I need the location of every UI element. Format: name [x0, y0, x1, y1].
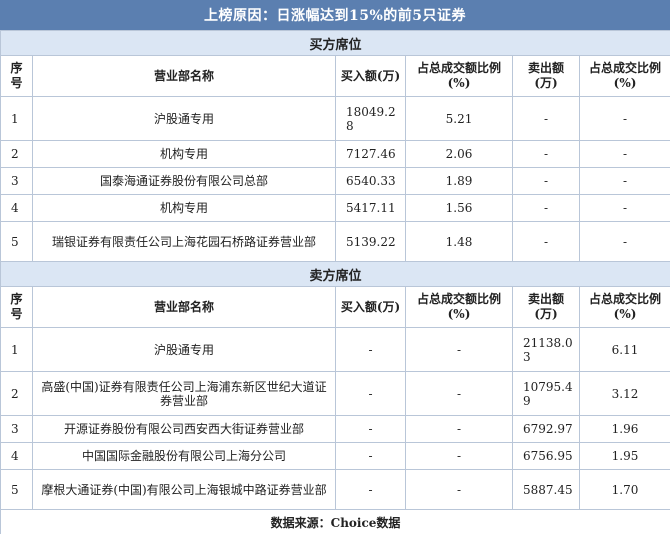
- sell-ratio: 1.70: [578, 469, 670, 510]
- row-index: 4: [0, 442, 33, 470]
- col-header-sell-ratio: 占总成交比例(%): [578, 55, 670, 97]
- buy-ratio: 1.56: [405, 194, 513, 222]
- branch-name: 开源证券股份有限公司西安西大街证券营业部: [32, 415, 336, 443]
- row-index: 5: [0, 469, 33, 510]
- branch-name: 沪股通专用: [32, 96, 336, 141]
- sell-ratio: -: [578, 194, 670, 222]
- buy-amount: -: [335, 442, 406, 470]
- col-header-index: 序号: [0, 286, 33, 328]
- buy-ratio: 1.89: [405, 167, 513, 195]
- col-header-buy-amount: 买入额(万): [335, 55, 406, 97]
- branch-name: 国泰海通证券股份有限公司总部: [32, 167, 336, 195]
- data-source-note: 数据来源：Choice数据: [0, 509, 670, 534]
- sell-amount: -: [512, 167, 580, 195]
- col-header-buy-ratio: 占总成交额比例(%): [405, 286, 513, 328]
- row-index: 2: [0, 371, 33, 416]
- buy-amount: 5417.11: [335, 194, 406, 222]
- footer-row: 数据来源：Choice数据: [0, 509, 670, 534]
- buy-ratio: 1.48: [405, 221, 513, 262]
- table-row: 5 瑞银证券有限责任公司上海花园石桥路证券营业部 5139.22 1.48 - …: [0, 221, 670, 262]
- buy-section-title: 买方席位: [0, 30, 670, 56]
- table-row: 3 国泰海通证券股份有限公司总部 6540.33 1.89 - -: [0, 167, 670, 195]
- sell-ratio: 3.12: [578, 371, 670, 416]
- buy-amount: 5139.22: [335, 221, 406, 262]
- sell-ratio: -: [578, 167, 670, 195]
- branch-name: 高盛(中国)证券有限责任公司上海浦东新区世纪大道证券营业部: [32, 371, 336, 416]
- branch-name: 沪股通专用: [32, 327, 336, 372]
- table-row: 2 高盛(中国)证券有限责任公司上海浦东新区世纪大道证券营业部 - - 1079…: [0, 371, 670, 416]
- sell-ratio: 1.95: [578, 442, 670, 470]
- col-header-buy-amount: 买入额(万): [335, 286, 406, 328]
- sell-amount: 21138.03: [512, 327, 580, 372]
- buy-ratio: -: [405, 327, 513, 372]
- buy-amount: -: [335, 327, 406, 372]
- sell-amount: 5887.45: [512, 469, 580, 510]
- buy-ratio: -: [405, 415, 513, 443]
- row-index: 3: [0, 415, 33, 443]
- buy-amount: 7127.46: [335, 140, 406, 168]
- buy-amount: -: [335, 469, 406, 510]
- table-row: 3 开源证券股份有限公司西安西大街证券营业部 - - 6792.97 1.96: [0, 415, 670, 443]
- buy-ratio: 5.21: [405, 96, 513, 141]
- sell-ratio: -: [578, 140, 670, 168]
- buy-section-header: 买方席位: [0, 30, 670, 56]
- sell-amount: -: [512, 96, 580, 141]
- buy-column-headers: 序号 营业部名称 买入额(万) 占总成交额比例(%) 卖出额(万) 占总成交比例…: [0, 55, 670, 97]
- sell-amount: 6756.95: [512, 442, 580, 470]
- row-index: 5: [0, 221, 33, 262]
- page-title: 上榜原因：日涨幅达到15%的前5只证券: [0, 0, 670, 30]
- table-row: 2 机构专用 7127.46 2.06 - -: [0, 140, 670, 168]
- table-row: 1 沪股通专用 18049.28 5.21 - -: [0, 96, 670, 141]
- sell-amount: -: [512, 221, 580, 262]
- row-index: 3: [0, 167, 33, 195]
- col-header-buy-ratio: 占总成交额比例(%): [405, 55, 513, 97]
- branch-name: 机构专用: [32, 140, 336, 168]
- buy-ratio: -: [405, 371, 513, 416]
- row-index: 4: [0, 194, 33, 222]
- table-row: 4 中国国际金融股份有限公司上海分公司 - - 6756.95 1.95: [0, 442, 670, 470]
- sell-amount: 10795.49: [512, 371, 580, 416]
- col-header-name: 营业部名称: [32, 286, 336, 328]
- dragon-tiger-table: 上榜原因：日涨幅达到15%的前5只证券 买方席位 序号 营业部名称 买入额(万)…: [0, 0, 670, 547]
- sell-ratio: -: [578, 96, 670, 141]
- branch-name: 中国国际金融股份有限公司上海分公司: [32, 442, 336, 470]
- col-header-sell-amount: 卖出额(万): [512, 55, 580, 97]
- table-row: 1 沪股通专用 - - 21138.03 6.11: [0, 327, 670, 372]
- col-header-sell-amount: 卖出额(万): [512, 286, 580, 328]
- sell-section-header: 卖方席位: [0, 261, 670, 287]
- buy-amount: 18049.28: [335, 96, 406, 141]
- buy-ratio: -: [405, 442, 513, 470]
- sell-amount: 6792.97: [512, 415, 580, 443]
- row-index: 2: [0, 140, 33, 168]
- sell-section-title: 卖方席位: [0, 261, 670, 287]
- col-header-sell-ratio: 占总成交比例(%): [578, 286, 670, 328]
- col-header-name: 营业部名称: [32, 55, 336, 97]
- row-index: 1: [0, 327, 33, 372]
- sell-amount: -: [512, 194, 580, 222]
- row-index: 1: [0, 96, 33, 141]
- sell-ratio: 1.96: [578, 415, 670, 443]
- sell-column-headers: 序号 营业部名称 买入额(万) 占总成交额比例(%) 卖出额(万) 占总成交比例…: [0, 286, 670, 328]
- sell-ratio: 6.11: [578, 327, 670, 372]
- branch-name: 瑞银证券有限责任公司上海花园石桥路证券营业部: [32, 221, 336, 262]
- table-row: 4 机构专用 5417.11 1.56 - -: [0, 194, 670, 222]
- branch-name: 摩根大通证券(中国)有限公司上海银城中路证券营业部: [32, 469, 336, 510]
- branch-name: 机构专用: [32, 194, 336, 222]
- seat-table: 买方席位 序号 营业部名称 买入额(万) 占总成交额比例(%) 卖出额(万) 占…: [0, 30, 670, 534]
- buy-amount: -: [335, 415, 406, 443]
- sell-amount: -: [512, 140, 580, 168]
- sell-ratio: -: [578, 221, 670, 262]
- buy-ratio: 2.06: [405, 140, 513, 168]
- buy-ratio: -: [405, 469, 513, 510]
- table-row: 5 摩根大通证券(中国)有限公司上海银城中路证券营业部 - - 5887.45 …: [0, 469, 670, 510]
- buy-amount: -: [335, 371, 406, 416]
- col-header-index: 序号: [0, 55, 33, 97]
- buy-amount: 6540.33: [335, 167, 406, 195]
